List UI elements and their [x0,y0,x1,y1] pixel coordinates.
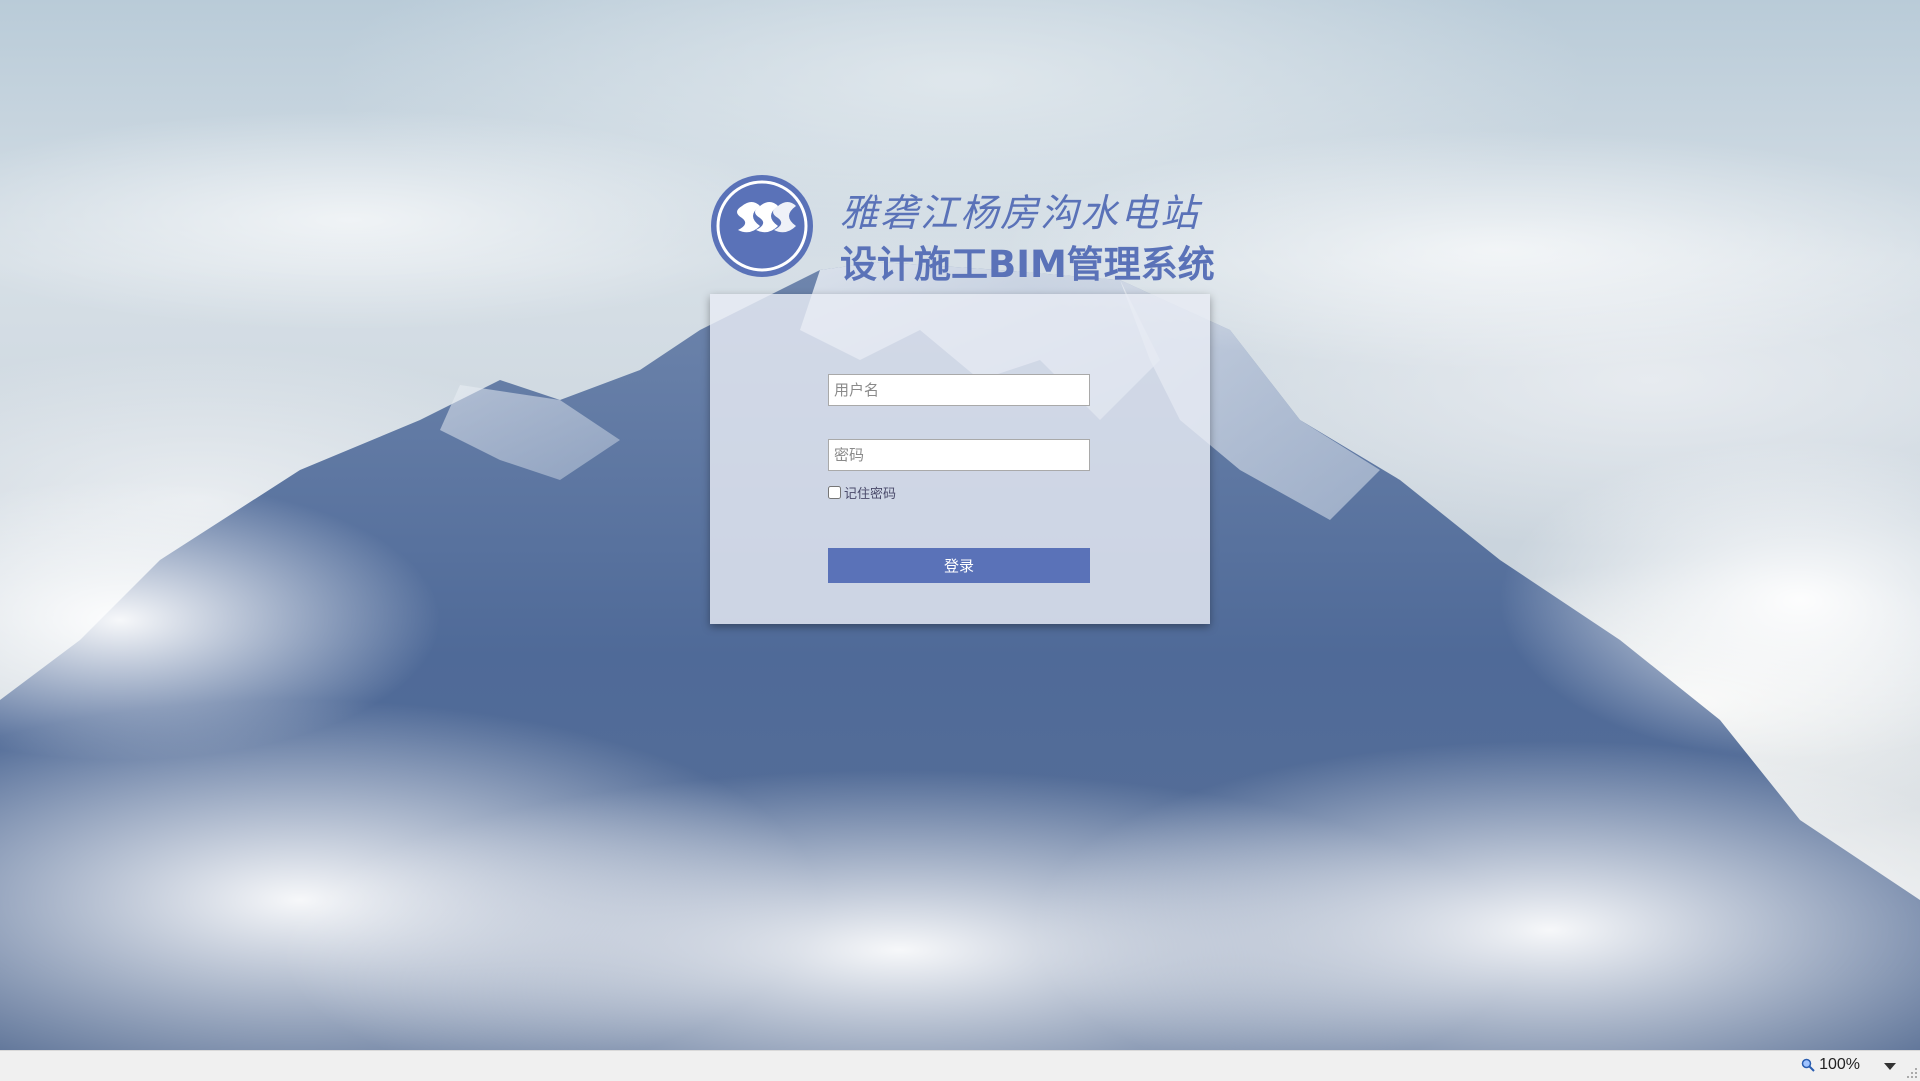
login-button[interactable]: 登录 [828,548,1090,583]
zoom-level: 100% [1819,1056,1860,1073]
magnifier-icon [1801,1058,1815,1072]
remember-password-option[interactable]: 记住密码 [828,483,896,502]
system-title-line1: 雅砻江杨房沟水电站 [840,191,1201,235]
browser-status-bar: 100% [0,1050,1920,1081]
remember-password-label: 记住密码 [844,487,897,502]
brand-header: 雅砻江杨房沟水电站 设计施工BIM管理系统 [708,172,1215,286]
company-logo-icon [711,175,813,277]
password-input[interactable] [828,439,1090,471]
zoom-control[interactable]: 100% [1801,1056,1860,1074]
username-input[interactable] [828,374,1090,406]
background-scene: 雅砻江杨房沟水电站 设计施工BIM管理系统 记住密码 登录 [0,0,1920,1050]
system-title-line2: 设计施工BIM管理系统 [840,243,1215,286]
resize-grip-icon[interactable] [1906,1067,1918,1079]
login-card: 记住密码 登录 [710,294,1210,624]
chevron-down-icon[interactable] [1884,1063,1896,1070]
remember-password-checkbox[interactable] [828,486,841,499]
